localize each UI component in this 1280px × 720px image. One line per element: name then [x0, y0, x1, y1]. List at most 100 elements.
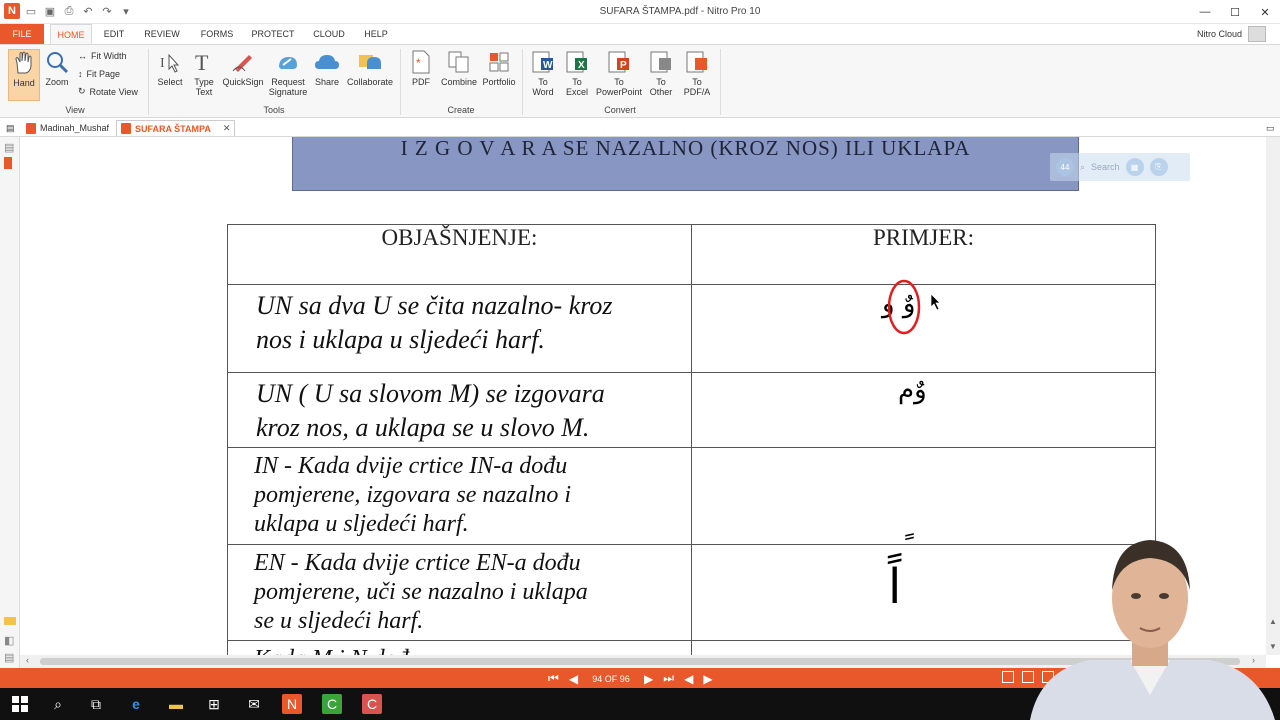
tab-edit[interactable]: EDIT	[98, 24, 130, 44]
close-icon[interactable]: ✕	[1250, 0, 1280, 24]
store-icon[interactable]: ⊞	[204, 694, 224, 714]
title-bar: N ▭ ▣ ⎙ ↶ ↷ ▾ SUFARA ŠTAMPA.pdf - Nitro …	[0, 0, 1280, 24]
edge-browser-icon[interactable]: e	[126, 694, 146, 714]
search-label[interactable]: Search	[1091, 162, 1120, 172]
back-view-icon[interactable]: ◀	[684, 672, 693, 686]
ribbon-separator	[720, 49, 721, 115]
page-navigation: ⏮ ◀ 94 OF 96 ▶ ⏭ ◀ ▶	[548, 671, 713, 686]
header-example: PRIMJER:	[691, 224, 1156, 285]
doc-tab-madinah[interactable]: Madinah_Mushaf	[22, 120, 113, 136]
zoom-button[interactable]: Zoom	[42, 49, 72, 87]
comments-panel-icon[interactable]	[4, 617, 16, 625]
group-label-convert: Convert	[604, 105, 636, 115]
copy-icon[interactable]: ⎘	[1149, 158, 1168, 176]
row-explanation: UN ( U sa slovom M) se izgovara kroz nos…	[227, 372, 692, 448]
windows-start-icon[interactable]	[10, 694, 30, 714]
fit-page-button[interactable]: ↕ Fit Page	[78, 69, 120, 79]
camtasia-icon[interactable]: C	[322, 694, 342, 714]
attachments-panel-icon[interactable]: ◧	[4, 634, 16, 647]
zoom-icon	[43, 49, 71, 75]
hand-icon	[10, 50, 38, 76]
nitro-cloud-account[interactable]: Nitro Cloud	[1197, 26, 1266, 42]
forward-view-icon[interactable]: ▶	[703, 672, 712, 686]
recorder-icon[interactable]: C	[362, 694, 382, 714]
mail-icon[interactable]: ✉	[244, 694, 264, 714]
mouse-cursor-icon	[930, 293, 941, 311]
grid-view-icon[interactable]: ▦	[1125, 158, 1144, 176]
tab-help[interactable]: HELP	[360, 24, 392, 44]
word-icon: W	[529, 49, 557, 75]
tab-forms[interactable]: FORMS	[196, 24, 238, 44]
table-row: UN sa dva U se čita nazalno- kroz nos i …	[227, 279, 1156, 373]
last-page-icon[interactable]: ⏭	[663, 671, 674, 686]
file-explorer-icon[interactable]: ▬	[166, 694, 186, 714]
other-format-icon	[647, 49, 675, 75]
pages-panel-icon[interactable]: ▤	[4, 141, 16, 154]
close-tab-icon[interactable]: ✕	[223, 123, 231, 134]
pen-signature-icon	[229, 49, 257, 75]
tab-cloud[interactable]: CLOUD	[308, 24, 350, 44]
svg-text:I: I	[160, 56, 165, 71]
ribbon-home: Hand Zoom ↔ Fit Width ↕ Fit Page ↻ Rotate V…	[0, 44, 1280, 118]
table-row: UN ( U sa slovom M) se izgovara kroz nos…	[227, 372, 1156, 448]
svg-text:X: X	[578, 60, 585, 71]
task-view-icon[interactable]: ⧉	[86, 694, 106, 714]
maximize-icon[interactable]: ☐	[1220, 0, 1250, 24]
svg-text:*: *	[416, 56, 421, 70]
row-explanation: EN - Kada dvije crtice EN-a dođu pomjere…	[227, 544, 692, 641]
rotate-view-button[interactable]: ↻ Rotate View	[78, 86, 138, 97]
type-text-icon: T	[190, 49, 218, 75]
next-page-icon[interactable]: ▶	[644, 672, 653, 686]
group-label-create: Create	[447, 105, 475, 115]
scroll-left-icon[interactable]: ‹	[26, 655, 29, 665]
floating-toolbar[interactable]: 44 ⌕ Search ▦ ⎘	[1050, 153, 1190, 181]
search-icon[interactable]: ⌕	[1080, 162, 1085, 173]
collaborate-button[interactable]: Collaborate	[344, 49, 396, 87]
fit-width-icon: ↔	[78, 51, 87, 61]
tab-file[interactable]: FILE	[0, 24, 44, 44]
group-label-tools: Tools	[263, 105, 285, 115]
ribbon-tabs: FILE HOME EDIT REVIEW FORMS PROTECT CLOU…	[0, 24, 1280, 44]
left-panel-bar: ▤ ◧ ▤	[0, 137, 20, 668]
share-button[interactable]: Share	[312, 49, 342, 87]
pdfa-icon	[683, 49, 711, 75]
tab-review[interactable]: REVIEW	[140, 24, 184, 44]
tabs-overflow-icon[interactable]: ▭	[1262, 120, 1279, 136]
document-tabs: ▤ Madinah_Mushaf SUFARA ŠTAMPA ✕ ▭	[0, 118, 1280, 137]
avatar[interactable]	[1248, 26, 1266, 42]
type-text-button[interactable]: T Type Text	[190, 49, 218, 97]
previous-page-icon[interactable]: ◀	[569, 672, 578, 686]
doc-tab-sufara[interactable]: SUFARA ŠTAMPA ✕	[116, 120, 236, 136]
hand-button[interactable]: Hand	[8, 49, 40, 101]
to-excel-button[interactable]: X To Excel	[562, 49, 592, 97]
nitro-taskbar-icon[interactable]: N	[282, 694, 302, 714]
combine-button[interactable]: Combine	[440, 49, 478, 87]
tab-home[interactable]: HOME	[50, 24, 92, 44]
table-row: IN - Kada dvije crtice IN-a dođu pomjere…	[227, 447, 1156, 545]
quicksign-button[interactable]: QuickSign	[222, 49, 264, 87]
tab-protect[interactable]: PROTECT	[250, 24, 296, 44]
first-page-icon[interactable]: ⏮	[548, 671, 559, 686]
request-signature-button[interactable]: Request Signature	[266, 49, 310, 97]
to-other-button[interactable]: To Other	[644, 49, 678, 97]
output-panel-icon[interactable]: ▤	[4, 651, 16, 664]
group-label-view: View	[65, 105, 85, 115]
create-pdf-button[interactable]: * PDF	[406, 49, 436, 87]
pdf-file-icon	[26, 122, 36, 134]
select-button[interactable]: I Select	[154, 49, 186, 87]
minimize-icon[interactable]: —	[1190, 0, 1220, 24]
bookmarks-panel-icon[interactable]	[4, 157, 12, 169]
to-word-button[interactable]: W To Word	[528, 49, 558, 97]
portfolio-button[interactable]: Portfolio	[480, 49, 518, 87]
single-page-view-icon[interactable]	[1002, 671, 1014, 683]
new-pdf-icon: *	[407, 49, 435, 75]
to-pdfa-button[interactable]: To PDF/A	[680, 49, 714, 97]
row-example: وٌ و	[691, 279, 1156, 373]
tabs-menu-icon[interactable]: ▤	[2, 120, 19, 136]
search-icon[interactable]: ⌕	[48, 694, 68, 714]
page-indicator[interactable]: 94 OF 96	[588, 671, 635, 686]
nitro-window: N ▭ ▣ ⎙ ↶ ↷ ▾ SUFARA ŠTAMPA.pdf - Nitro …	[0, 0, 1280, 720]
collaborate-icon	[356, 49, 384, 75]
to-powerpoint-button[interactable]: P To PowerPoint	[596, 49, 642, 97]
fit-width-button[interactable]: ↔ Fit Width	[78, 51, 127, 61]
